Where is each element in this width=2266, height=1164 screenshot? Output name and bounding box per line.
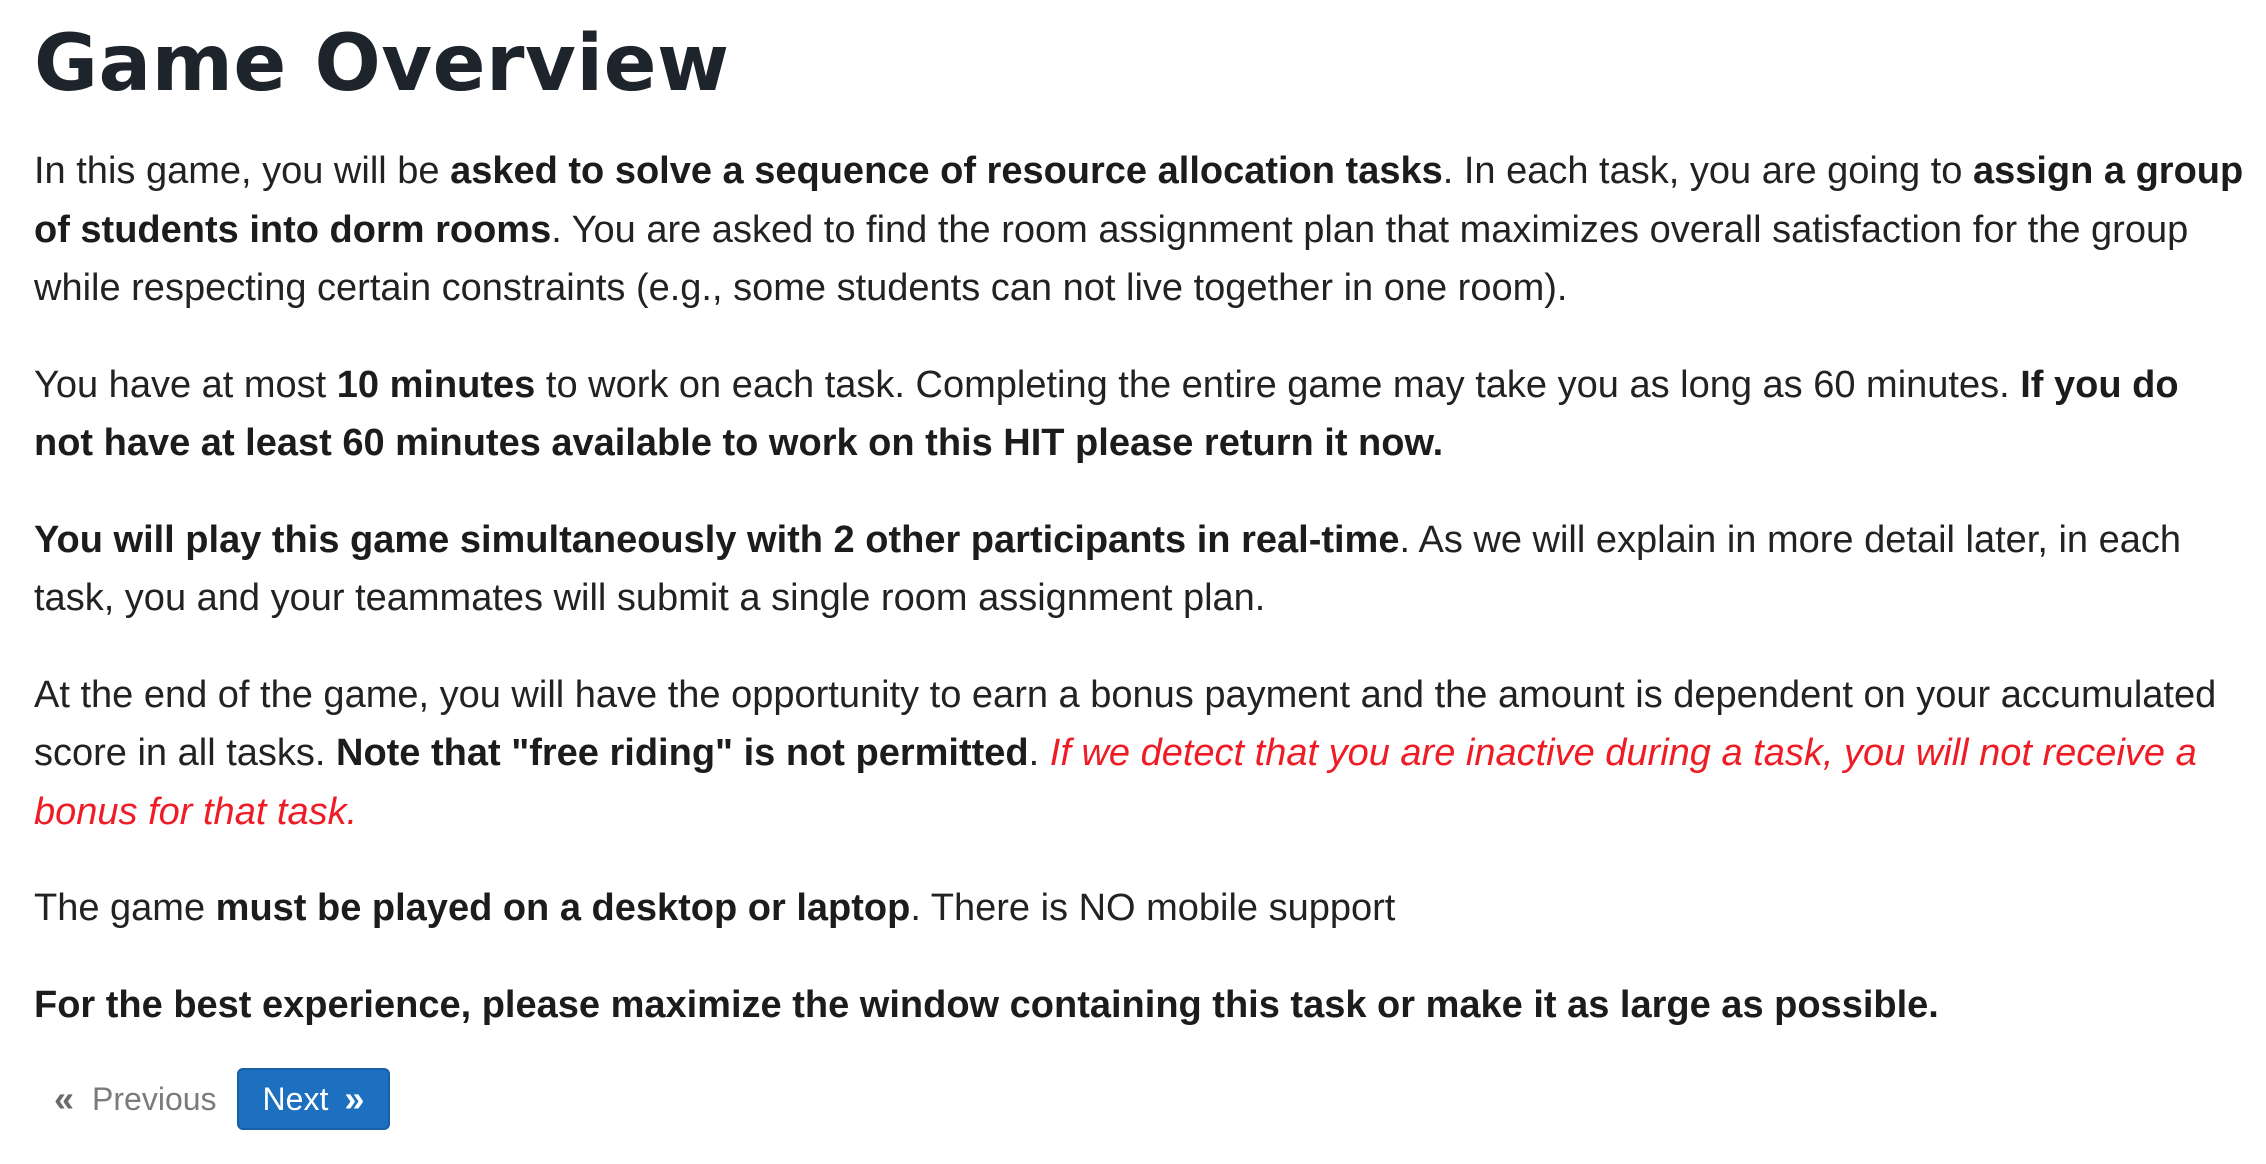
paragraph-time-limit: You have at most 10 minutes to work on e…: [34, 356, 2244, 473]
body-text: to work on each task. Completing the ent…: [535, 363, 2021, 406]
next-button-label: Next: [262, 1080, 329, 1117]
emphasis-text: asked to solve a sequence of resource al…: [450, 150, 1443, 192]
instructions-page: Game Overview In this game, you will be …: [0, 0, 2266, 1164]
previous-button-label: Previous: [92, 1080, 217, 1117]
paragraph-device-requirement: The game must be played on a desktop or …: [34, 879, 2244, 938]
body-text: You have at most: [34, 363, 337, 406]
emphasis-text: must be played on a desktop or laptop: [215, 887, 911, 929]
double-chevron-left-icon: «: [54, 1078, 75, 1119]
body-text: In this game, you will be: [34, 150, 451, 192]
paragraph-window-tip: For the best experience, please maximize…: [34, 976, 2244, 1035]
paragraph-multiplayer: You will play this game simultaneously w…: [34, 511, 2244, 628]
emphasis-text: You will play this game simultaneously w…: [34, 518, 1400, 561]
paragraph-task-description: In this game, you will be asked to solve…: [34, 142, 2244, 318]
body-text: The game: [34, 887, 216, 929]
body-text: . There is NO mobile support: [910, 887, 1396, 929]
double-chevron-right-icon: »: [344, 1078, 365, 1119]
body-text: .: [1028, 732, 1050, 774]
emphasis-text: 10 minutes: [336, 363, 536, 406]
overview-content: In this game, you will be asked to solve…: [34, 142, 2244, 1034]
body-text: . In each task, you are going to: [1442, 150, 1973, 192]
next-button[interactable]: Next »: [236, 1068, 391, 1130]
emphasis-text: For the best experience, please maximize…: [34, 983, 1939, 1026]
previous-button[interactable]: « Previous: [54, 1069, 223, 1129]
emphasis-text: Note that "free riding" is not permitted: [336, 732, 1029, 774]
pager: « Previous Next »: [54, 1068, 391, 1130]
page-title: Game Overview: [34, 19, 730, 109]
paragraph-bonus: At the end of the game, you will have th…: [34, 666, 2244, 842]
